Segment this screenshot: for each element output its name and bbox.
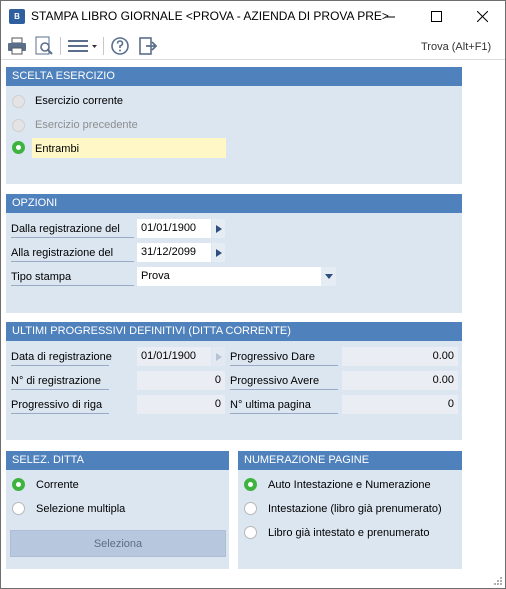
menu-button[interactable] <box>65 35 99 57</box>
entrambi-radio[interactable] <box>12 141 25 154</box>
numero-registrazione-value: 0 <box>137 371 225 390</box>
tipo-stampa-select[interactable]: Prova <box>137 267 321 286</box>
entrambi-label: Entrambi <box>35 143 80 155</box>
arrow-right-icon <box>215 224 222 233</box>
intestazione-prenumerato-label: Intestazione (libro già prenumerato) <box>268 503 442 515</box>
close-button[interactable] <box>459 1 505 32</box>
dalla-registrazione-input[interactable]: 01/01/1900 <box>137 219 211 238</box>
exit-icon <box>139 37 158 55</box>
progressivo-avere-label: Progressivo Avere <box>230 373 338 390</box>
main-content: SCELTA ESERCIZIO Esercizio corrente Eser… <box>1 60 505 588</box>
panel-header: NUMERAZIONE PAGINE <box>238 451 462 470</box>
selezione-multipla-label: Selezione multipla <box>36 503 126 515</box>
corrente-radio[interactable] <box>12 478 25 491</box>
ultima-pagina-value: 0 <box>342 395 458 414</box>
progressivo-dare-label: Progressivo Dare <box>230 349 338 366</box>
arrow-right-icon <box>215 248 222 257</box>
exit-button[interactable] <box>136 35 160 57</box>
help-button[interactable] <box>108 35 132 57</box>
tipo-stampa-dropdown-button[interactable] <box>321 267 336 286</box>
alla-registrazione-label: Alla registrazione del <box>11 245 134 262</box>
intestazione-prenumerato-radio[interactable] <box>244 502 257 515</box>
window-title: STAMPA LIBRO GIORNALE <PROVA - AZIENDA D… <box>31 9 389 23</box>
data-registrazione-value: 01/01/1900 <box>137 347 211 366</box>
esercizio-precedente-radio[interactable] <box>12 119 25 132</box>
progressivo-riga-value: 0 <box>137 395 225 414</box>
dalla-registrazione-label: Dalla registrazione del <box>11 221 134 238</box>
numerazione-pagine-panel: NUMERAZIONE PAGINE Auto Intestazione e N… <box>238 451 462 569</box>
progressivo-riga-label: Progressivo di riga <box>11 397 109 414</box>
print-icon <box>8 37 26 55</box>
esercizio-corrente-label: Esercizio corrente <box>35 95 124 107</box>
arrow-right-icon <box>215 352 222 361</box>
scelta-esercizio-panel: SCELTA ESERCIZIO Esercizio corrente Eser… <box>6 67 462 184</box>
libro-intestato-label: Libro già intestato e prenumerato <box>268 527 430 539</box>
seleziona-button[interactable]: Seleziona <box>10 530 226 557</box>
progressivo-dare-value: 0.00 <box>342 347 458 366</box>
auto-intestazione-label: Auto Intestazione e Numerazione <box>268 479 431 491</box>
help-icon <box>111 37 129 55</box>
minimize-button[interactable] <box>367 1 413 32</box>
data-registrazione-arrow <box>212 347 225 366</box>
window: B STAMPA LIBRO GIORNALE <PROVA - AZIENDA… <box>0 0 506 589</box>
toolbar: Trova (Alt+F1) <box>1 32 505 60</box>
ultima-pagina-label: N° ultima pagina <box>230 397 338 414</box>
libro-intestato-radio[interactable] <box>244 526 257 539</box>
data-registrazione-label: Data di registrazione <box>11 349 112 366</box>
menu-icon <box>68 40 97 52</box>
app-icon: B <box>9 9 25 24</box>
alla-registrazione-input[interactable]: 31/12/2099 <box>137 243 211 262</box>
selezione-multipla-radio[interactable] <box>12 502 25 515</box>
print-button[interactable] <box>5 35 29 57</box>
minimize-icon <box>384 16 395 18</box>
print-preview-icon <box>35 36 53 55</box>
dalla-date-picker-button[interactable] <box>212 219 225 238</box>
close-icon <box>476 11 488 22</box>
maximize-icon <box>430 11 442 22</box>
panel-header: SCELTA ESERCIZIO <box>6 67 462 86</box>
toolbar-separator <box>103 37 104 55</box>
numero-registrazione-label: N° di registrazione <box>11 373 109 390</box>
title-bar[interactable]: B STAMPA LIBRO GIORNALE <PROVA - AZIENDA… <box>1 1 505 32</box>
print-preview-button[interactable] <box>32 35 56 57</box>
alla-date-picker-button[interactable] <box>212 243 225 262</box>
opzioni-panel: OPZIONI Dalla registrazione del 01/01/19… <box>6 194 462 313</box>
search-field[interactable]: Trova (Alt+F1) <box>421 38 503 56</box>
tipo-stampa-label: Tipo stampa <box>11 269 134 286</box>
esercizio-corrente-radio[interactable] <box>12 95 25 108</box>
progressivi-panel: ULTIMI PROGRESSIVI DEFINITIVI (DITTA COR… <box>6 322 462 440</box>
selez-ditta-panel: SELEZ. DITTA Corrente Selezione multipla… <box>6 451 229 569</box>
toolbar-separator <box>60 37 61 55</box>
panel-header: SELEZ. DITTA <box>6 451 229 470</box>
maximize-button[interactable] <box>413 1 459 32</box>
esercizio-precedente-label: Esercizio precedente <box>35 119 138 131</box>
corrente-label: Corrente <box>36 479 79 491</box>
resize-grip-icon[interactable] <box>493 576 503 586</box>
auto-intestazione-radio[interactable] <box>244 478 257 491</box>
chevron-down-icon <box>324 274 333 279</box>
panel-header: ULTIMI PROGRESSIVI DEFINITIVI (DITTA COR… <box>6 322 462 341</box>
panel-header: OPZIONI <box>6 194 462 213</box>
progressivo-avere-value: 0.00 <box>342 371 458 390</box>
